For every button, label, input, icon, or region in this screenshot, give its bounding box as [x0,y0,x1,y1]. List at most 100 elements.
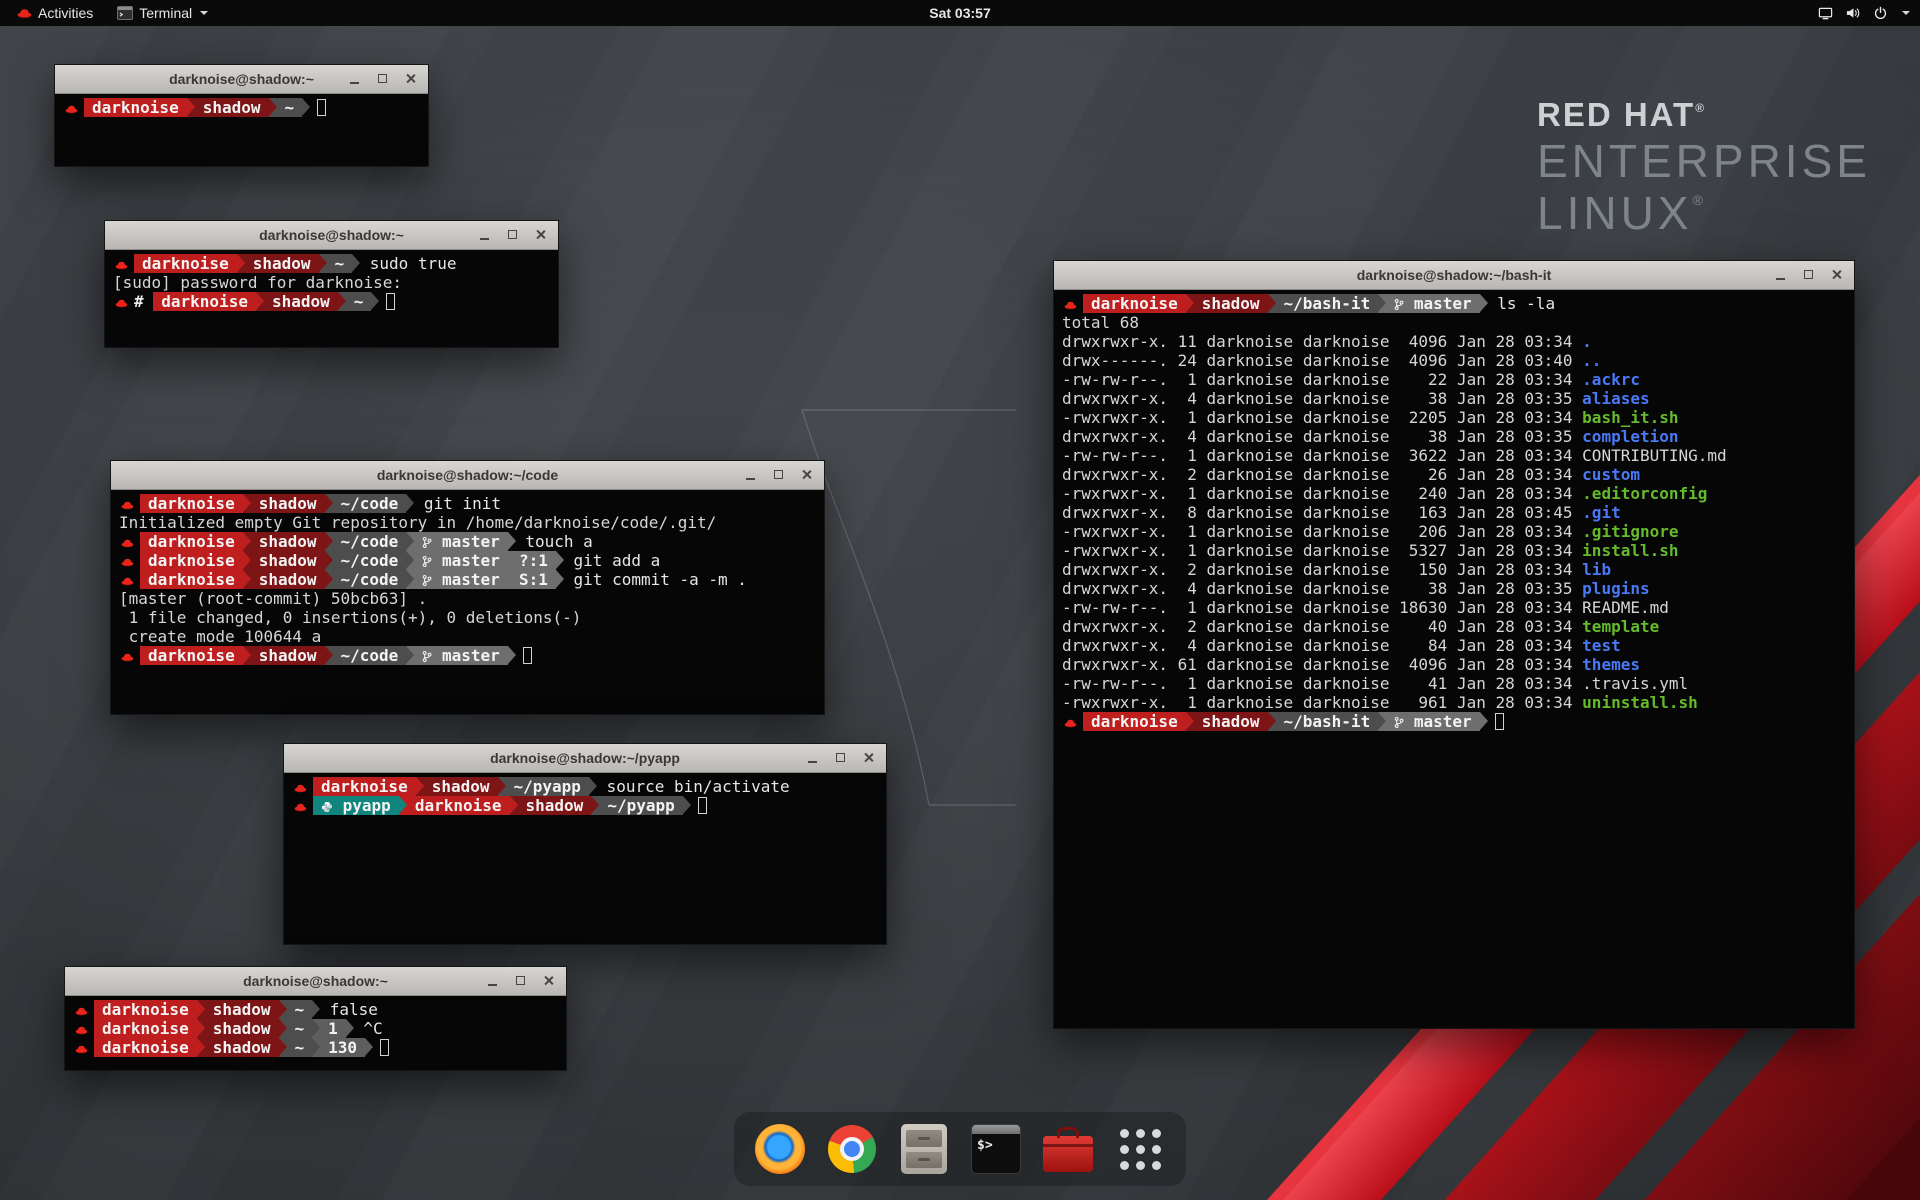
maximize-button[interactable] [508,970,533,991]
window-titlebar[interactable]: darknoise@shadow:~ [105,221,558,250]
git-branch-icon [1394,712,1404,731]
prompt-line: pyappdarknoiseshadow~/pyapp [292,796,878,815]
prompt-line: darknoiseshadow~/code master [119,646,816,665]
powerline-arrow [589,777,597,796]
user-segment: darknoise [1083,294,1186,313]
output-text: Initialized empty Git repository in /hom… [119,513,716,532]
powerline-arrow-shape [556,551,564,569]
close-icon [801,469,812,480]
close-button[interactable] [398,68,423,89]
powerline-arrow [1378,294,1386,313]
app-grid-icon[interactable] [1112,1121,1168,1177]
terminal-screen[interactable]: darknoiseshadow~/code git initInitialize… [111,490,824,722]
git-segment: master [1386,294,1479,313]
activities-button[interactable]: Activities [8,0,102,26]
host-segment: shadow [251,532,325,551]
maximize-button[interactable] [370,68,395,89]
path-segment: ~/code [333,532,407,551]
output-line: -rwxrwxr-x. 1 darknoise darknoise 240 Ja… [1062,484,1846,503]
powerline-arrow-shape [187,98,195,116]
window-titlebar[interactable]: darknoise@shadow:~/code [111,461,824,490]
output-line: [sudo] password for darknoise: [113,273,550,292]
python-icon [321,796,333,815]
powerline-arrow-shape [1268,294,1276,312]
prompt-line: darknoiseshadow~ [63,98,420,117]
toolbox-icon[interactable] [1040,1121,1096,1177]
prompt-line: darknoiseshadow~/code git init [119,494,816,513]
file-meta: -rw-rw-r--. 1 darknoise darknoise 41 Jan… [1062,674,1582,693]
minimize-button[interactable] [800,747,825,768]
maximize-button[interactable] [766,464,791,485]
window-titlebar[interactable]: darknoise@shadow:~ [65,967,566,996]
powerline-arrow [243,551,251,570]
powerline-arrow [243,494,251,513]
window-titlebar[interactable]: darknoise@shadow:~/pyapp [284,744,886,773]
terminal-screen[interactable]: darknoiseshadow~ [55,94,428,174]
host-segment: shadow [518,796,592,815]
powerline-arrow [325,646,333,665]
powerline-arrow [1480,294,1488,313]
window-controls [800,747,881,768]
google-chrome-icon[interactable] [824,1121,880,1177]
file-name: .ackrc [1582,370,1640,389]
maximize-button[interactable] [500,224,525,245]
close-button[interactable] [1824,264,1849,285]
close-button[interactable] [794,464,819,485]
terminal-launcher-icon[interactable]: $> [968,1121,1024,1177]
maximize-button[interactable] [1796,264,1821,285]
terminal-screen[interactable]: darknoiseshadow~ falsedarknoiseshadow~1 … [65,996,566,1078]
firefox-icon[interactable] [752,1121,808,1177]
path-segment: ~/pyapp [506,777,589,796]
prompt-line: darknoiseshadow~/code master S:1 git com… [119,570,816,589]
app-menu-terminal[interactable]: Terminal [108,0,217,26]
powerline-arrow-shape [325,570,333,588]
window-titlebar[interactable]: darknoise@shadow:~ [55,65,428,94]
powerline-arrow-shape [197,1038,205,1056]
terminal-window-6[interactable]: darknoise@shadow:~/bash-itdarknoiseshado… [1053,260,1855,1029]
terminal-window-2[interactable]: darknoise@shadow:~darknoiseshadow~ sudo … [104,220,559,348]
powerline-arrow-shape [325,646,333,664]
powerline-arrow-shape [1480,712,1488,730]
powerline-arrow [510,796,518,815]
close-button[interactable] [536,970,561,991]
minimize-button[interactable] [738,464,763,485]
git-segment: master [414,532,507,551]
output-line: drwxrwxr-x. 11 darknoise darknoise 4096 … [1062,332,1846,351]
close-button[interactable] [856,747,881,768]
user-segment: darknoise [313,777,416,796]
powerline-arrow-shape [1186,712,1194,730]
terminal-window-1[interactable]: darknoise@shadow:~ darknoiseshadow~ [54,64,429,167]
terminal-window-3[interactable]: darknoise@shadow:~/code darknoiseshadow~/… [110,460,825,715]
clock[interactable]: Sat 03:57 [929,5,990,21]
powerline-arrow-shape [312,1038,320,1056]
system-status-area[interactable] [1818,0,1910,26]
file-manager-icon[interactable] [896,1121,952,1177]
command-text: source bin/activate [597,777,790,796]
terminal-window-4[interactable]: darknoise@shadow:~/pyappdarknoiseshadow~… [283,743,887,945]
terminal-cursor [380,1039,389,1056]
minimize-button[interactable] [480,970,505,991]
terminal-screen[interactable]: darknoiseshadow~ sudo true[sudo] passwor… [105,250,558,355]
terminal-cursor [317,99,326,116]
minimize-button[interactable] [472,224,497,245]
terminal-window-5[interactable]: darknoise@shadow:~darknoiseshadow~ false… [64,966,567,1071]
terminal-screen[interactable]: darknoiseshadow~/bash-it master ls -lato… [1054,290,1854,1036]
maximize-icon [774,470,783,479]
file-meta: drwxrwxr-x. 4 darknoise darknoise 38 Jan… [1062,389,1582,408]
terminal-screen[interactable]: darknoise shadow~/pyapp source bin/activa… [284,773,886,952]
close-button[interactable] [528,224,553,245]
powerline-arrow-shape [589,777,597,795]
prompt-line: darknoiseshadow~/pyapp source bin/activa… [292,777,878,796]
powerline-arrow-shape [346,1019,354,1037]
file-name: plugins [1582,579,1649,598]
powerline-arrow [1378,712,1386,731]
powerline-arrow [406,646,414,665]
powerline-arrow [406,570,414,589]
output-line: -rwxrwxr-x. 1 darknoise darknoise 5327 J… [1062,541,1846,560]
path-segment: ~ [287,1000,313,1019]
maximize-button[interactable] [828,747,853,768]
host-segment: shadow [195,98,269,117]
window-titlebar[interactable]: darknoise@shadow:~/bash-it [1054,261,1854,290]
minimize-button[interactable] [1768,264,1793,285]
minimize-button[interactable] [342,68,367,89]
